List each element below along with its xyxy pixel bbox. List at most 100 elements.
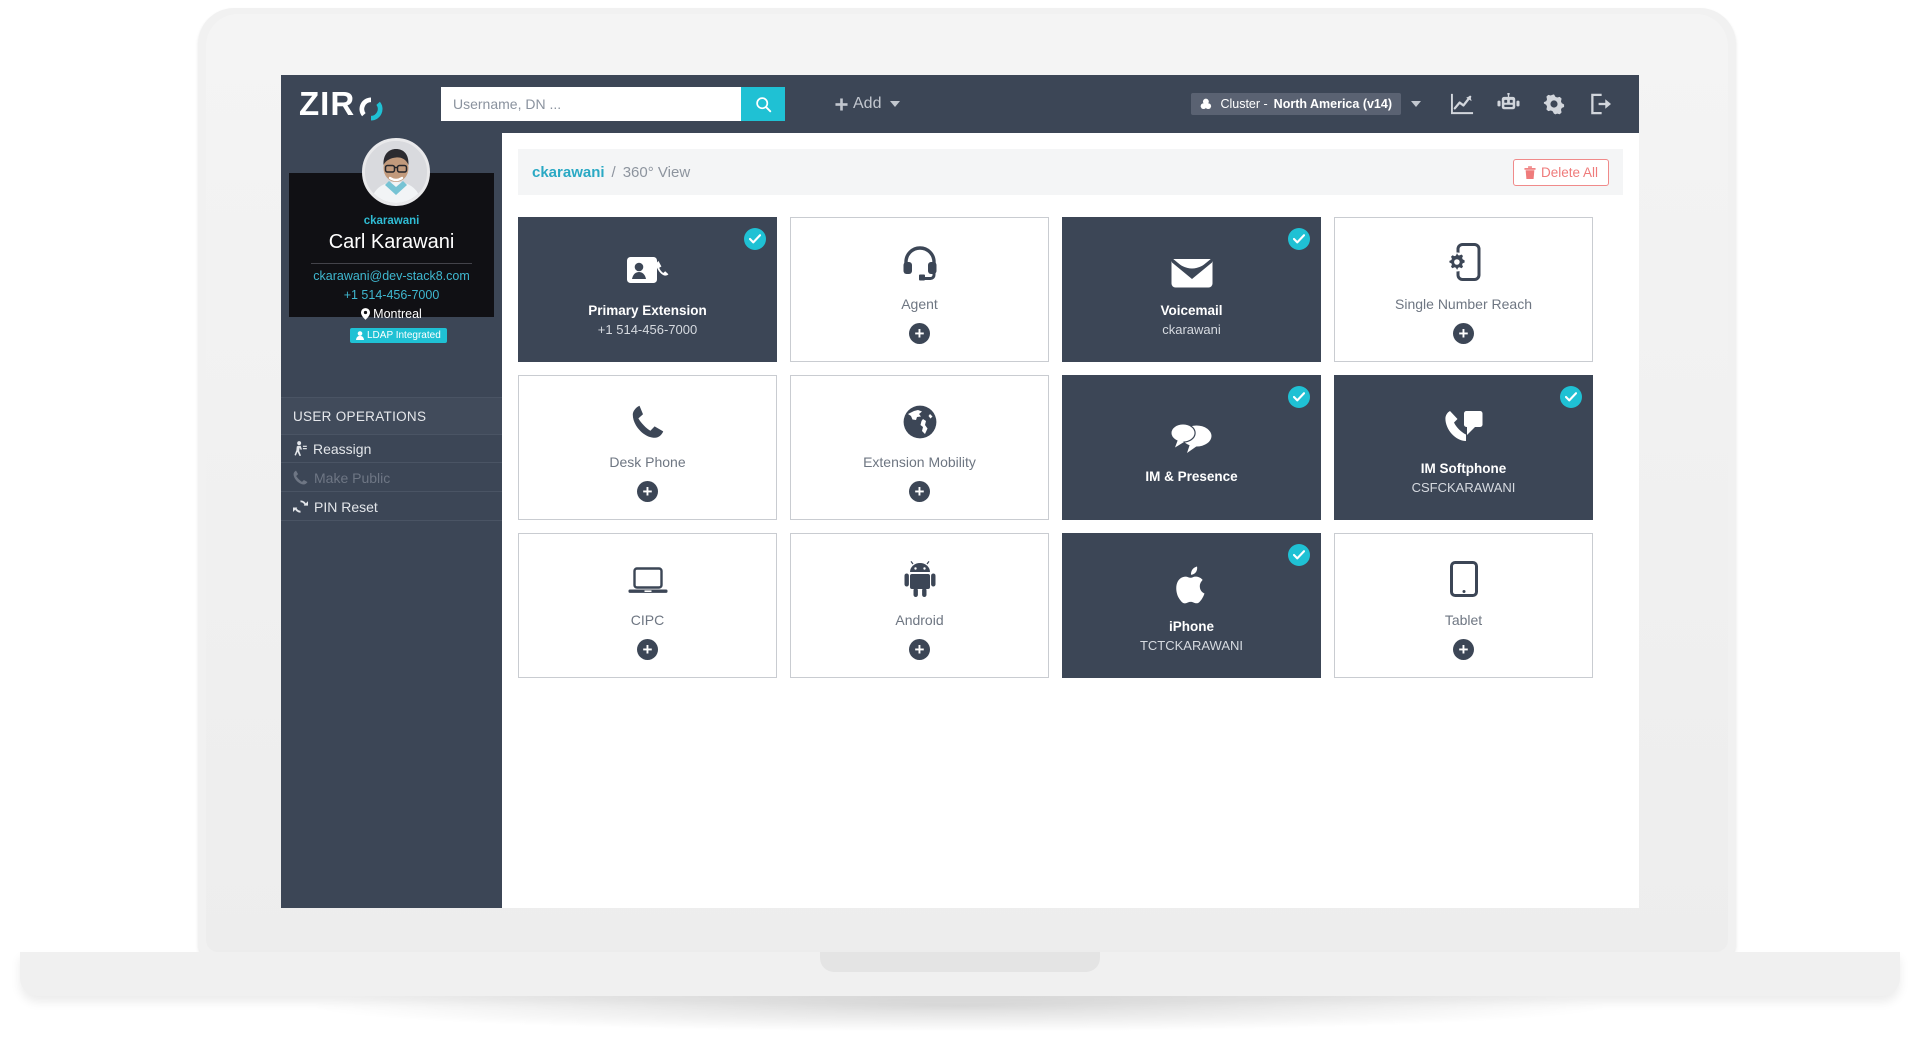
service-card-cipc[interactable]: CIPC + xyxy=(518,533,777,678)
service-card-im-presence[interactable]: IM & Presence xyxy=(1062,375,1321,520)
refresh-icon xyxy=(293,500,308,513)
add-service-button[interactable]: + xyxy=(1453,322,1474,344)
profile-username: ckarawani xyxy=(363,215,420,227)
check-icon xyxy=(744,228,766,250)
brand-logo-text: ZIR xyxy=(299,85,356,122)
search-button[interactable] xyxy=(741,87,785,121)
add-service-button[interactable]: + xyxy=(909,322,930,344)
walking-icon xyxy=(294,441,307,456)
cluster-dropdown-caret-icon[interactable] xyxy=(1411,101,1421,107)
phone-icon xyxy=(632,393,664,439)
cluster-selector-badge[interactable]: Cluster - North America (v14) xyxy=(1191,93,1401,115)
ziro-o-logo-icon xyxy=(357,93,385,121)
service-card-subtitle: ckarawani xyxy=(1162,322,1221,338)
profile-phone[interactable]: +1 514-456-7000 xyxy=(289,288,494,302)
sign-out-icon xyxy=(1590,93,1611,115)
search-bar xyxy=(441,87,785,121)
tablet-icon xyxy=(1449,551,1478,598)
add-menu-button[interactable]: Add xyxy=(835,95,901,113)
profile-location: Montreal xyxy=(289,307,494,321)
sidebar-item-label: Reassign xyxy=(313,440,372,457)
service-card-desk-phone[interactable]: Desk Phone + xyxy=(518,375,777,520)
search-icon xyxy=(755,96,771,112)
main-content: ckarawani / 360° View Delete All Primary… xyxy=(502,133,1639,908)
add-service-button[interactable]: + xyxy=(637,480,658,502)
chevron-down-icon xyxy=(890,101,901,107)
service-card-subtitle: +1 514-456-7000 xyxy=(597,322,698,338)
cluster-label-name: North America (v14) xyxy=(1273,97,1392,111)
search-input[interactable] xyxy=(441,87,741,121)
add-service-button[interactable]: + xyxy=(1453,638,1474,660)
nav-right-group: Cluster - North America (v14) xyxy=(1191,81,1623,127)
sidebar-item-reassign[interactable]: Reassign xyxy=(281,435,502,463)
profile-email[interactable]: ckarawani@dev-stack8.com xyxy=(289,269,494,283)
check-icon xyxy=(1560,386,1582,408)
service-card-android[interactable]: Android + xyxy=(790,533,1049,678)
profile-location-label: Montreal xyxy=(373,307,422,321)
service-card-title: Agent xyxy=(901,296,938,313)
globe-icon xyxy=(903,393,937,439)
service-card-agent[interactable]: Agent + xyxy=(790,217,1049,362)
brand-logo[interactable]: ZIR xyxy=(299,85,429,123)
bot-button[interactable] xyxy=(1485,81,1531,127)
phone-icon xyxy=(293,470,308,485)
mobile-gear-icon xyxy=(1447,235,1481,282)
analytics-button[interactable] xyxy=(1439,81,1485,127)
service-card-title: Voicemail xyxy=(1160,302,1223,318)
logout-button[interactable] xyxy=(1577,81,1623,127)
service-card-im-softphone[interactable]: IM Softphone CSFCKARAWANI xyxy=(1334,375,1593,520)
service-card-title: IM Softphone xyxy=(1420,460,1507,476)
service-card-extension-mobility[interactable]: Extension Mobility + xyxy=(790,375,1049,520)
breadcrumb-current-page: 360° View xyxy=(622,163,691,181)
sidebar-item-pin-reset[interactable]: PIN Reset xyxy=(281,493,502,521)
check-icon xyxy=(1288,386,1310,408)
add-service-button[interactable]: + xyxy=(637,638,658,660)
cluster-label-prefix: Cluster - xyxy=(1220,97,1268,111)
avatar xyxy=(362,138,430,206)
delete-all-button[interactable]: Delete All xyxy=(1512,158,1609,186)
add-service-button[interactable]: + xyxy=(909,638,930,660)
settings-button[interactable] xyxy=(1531,81,1577,127)
user-operations-header: USER OPERATIONS xyxy=(281,397,502,435)
plus-icon xyxy=(835,97,848,111)
service-card-subtitle: CSFCKARAWANI xyxy=(1411,480,1516,496)
apple-icon xyxy=(1175,558,1208,604)
service-card-single-number-reach[interactable]: Single Number Reach + xyxy=(1334,217,1593,362)
sidebar: ckarawani Carl Karawani ckarawani@dev-st… xyxy=(281,133,502,908)
service-card-iphone[interactable]: iPhone TCTCKARAWANI xyxy=(1062,533,1321,678)
service-card-subtitle: TCTCKARAWANI xyxy=(1139,638,1244,654)
trash-icon xyxy=(1524,165,1536,179)
service-card-title: iPhone xyxy=(1168,618,1214,634)
sidebar-item-label: Make Public xyxy=(314,469,391,486)
breadcrumb-user-link[interactable]: ckarawani xyxy=(532,164,605,181)
service-card-title: Extension Mobility xyxy=(863,454,976,471)
headset-icon xyxy=(903,235,937,281)
add-menu-label: Add xyxy=(853,95,882,112)
service-card-title: Primary Extension xyxy=(588,302,707,318)
top-navigation-bar: ZIR Username, DN ... Add Cluster - North… xyxy=(281,75,1639,133)
android-icon xyxy=(904,551,936,598)
sidebar-item-make-public: Make Public xyxy=(281,464,502,492)
ldap-status-badge: LDAP Integrated xyxy=(350,328,447,343)
address-card-phone-icon xyxy=(626,242,669,288)
profile-divider xyxy=(311,263,472,264)
service-card-title: IM & Presence xyxy=(1145,469,1238,485)
service-card-title: Desk Phone xyxy=(609,454,686,471)
service-card-grid: Primary Extension +1 514-456-7000 Agent … xyxy=(518,217,1623,678)
sitemap-icon xyxy=(1201,98,1212,110)
laptop-base-lip xyxy=(820,952,1100,972)
add-service-button[interactable]: + xyxy=(909,480,930,502)
check-icon xyxy=(1288,544,1310,566)
breadcrumb: ckarawani / 360° View xyxy=(532,164,690,181)
application-window: ZIR Username, DN ... Add Cluster - North… xyxy=(281,75,1639,908)
laptop-mockup: ZIR Username, DN ... Add Cluster - North… xyxy=(0,0,1920,1059)
chart-line-icon xyxy=(1450,93,1473,115)
envelope-icon xyxy=(1171,242,1213,288)
laptop-icon xyxy=(628,551,668,597)
robot-icon xyxy=(1496,92,1520,109)
service-card-voicemail[interactable]: Voicemail ckarawani xyxy=(1062,217,1321,362)
service-card-title: Single Number Reach xyxy=(1395,296,1532,313)
gear-icon xyxy=(1543,94,1565,115)
service-card-primary-extension[interactable]: Primary Extension +1 514-456-7000 xyxy=(518,217,777,362)
service-card-tablet[interactable]: Tablet + xyxy=(1334,533,1593,678)
